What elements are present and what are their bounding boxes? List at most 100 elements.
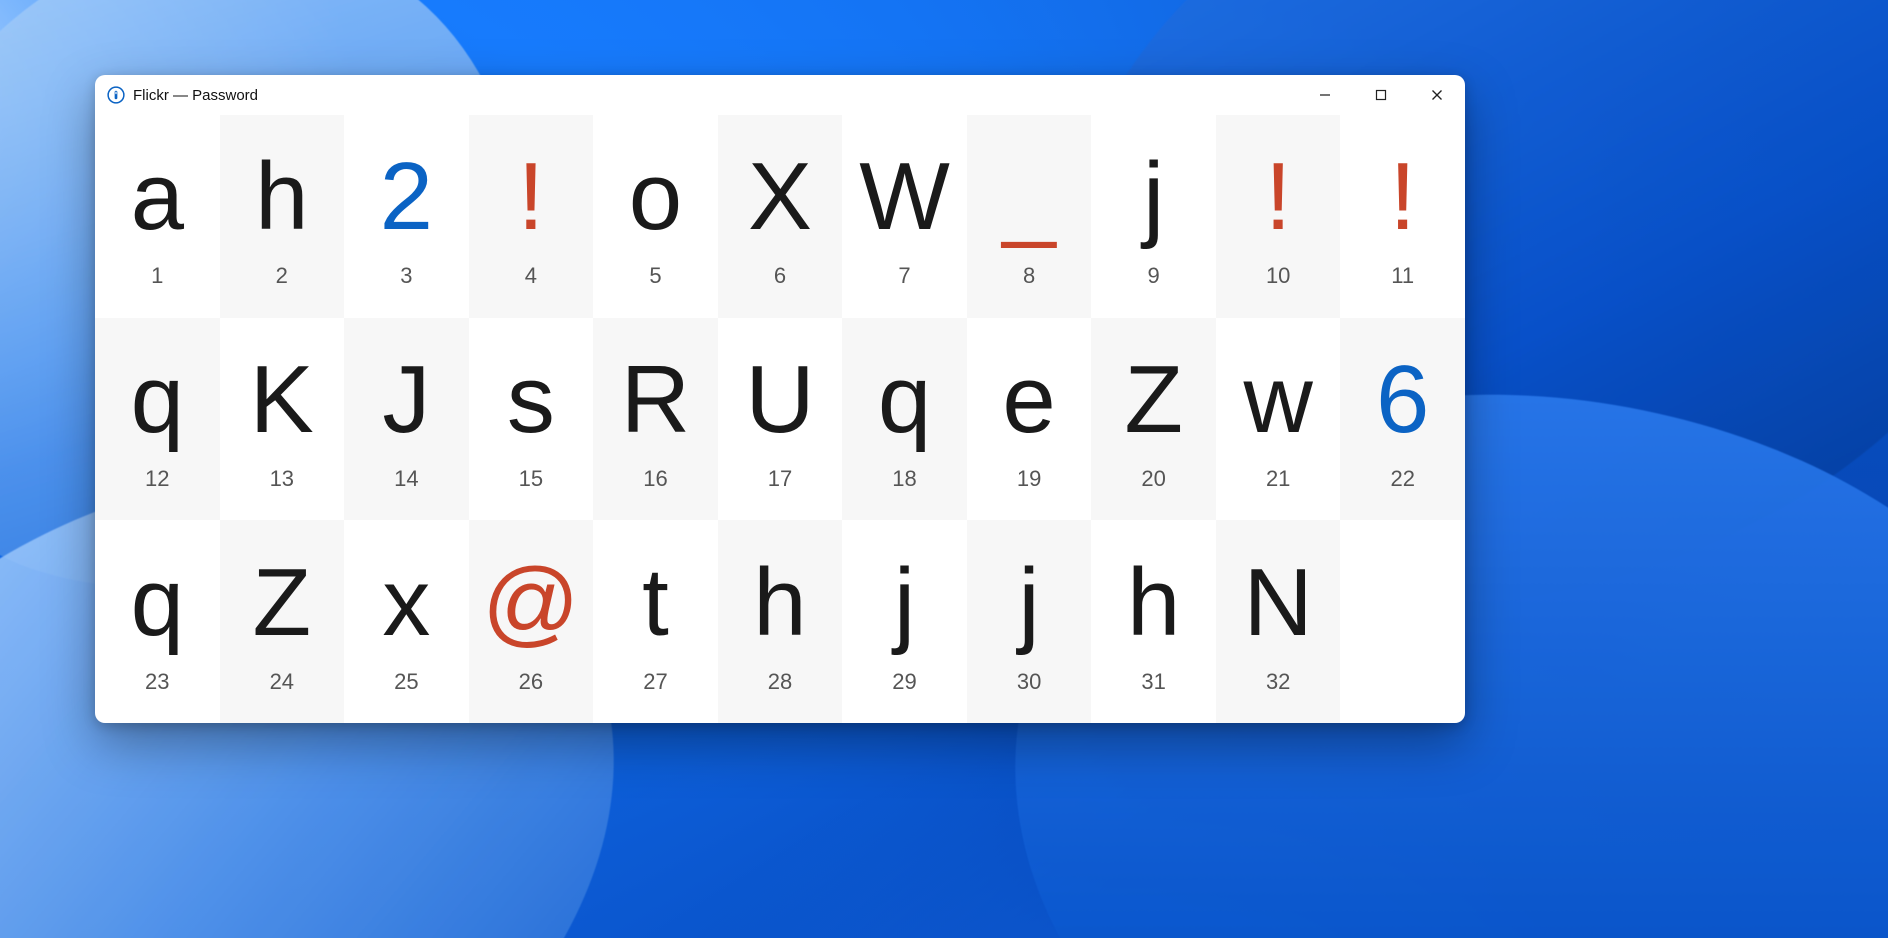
password-char-cell: ! 10 <box>1216 115 1341 318</box>
password-char-cell: J 14 <box>344 318 469 521</box>
password-char-cell: Z 20 <box>1091 318 1216 521</box>
password-char-position: 15 <box>519 466 543 492</box>
password-char-position: 23 <box>145 669 169 695</box>
password-char-position: 22 <box>1390 466 1414 492</box>
password-char-cell: X6 <box>718 115 843 318</box>
password-char-cell: h2 <box>220 115 345 318</box>
password-char-position: 27 <box>643 669 667 695</box>
password-char: j <box>1018 555 1039 651</box>
password-char: 2 <box>380 149 433 245</box>
password-char: N <box>1244 555 1313 651</box>
minimize-button[interactable] <box>1297 75 1353 115</box>
password-char-position: 20 <box>1141 466 1165 492</box>
password-char-position: 21 <box>1266 466 1290 492</box>
password-grid: a1h223!4o5X6W7_8j9!10!11q12K13J14s15R16U… <box>95 115 1465 723</box>
titlebar: Flickr — Password <box>95 75 1465 115</box>
password-char-cell: K13 <box>220 318 345 521</box>
title-left: Flickr — Password <box>107 86 258 104</box>
password-char-position: 29 <box>892 669 916 695</box>
password-char-cell: j 30 <box>967 520 1092 723</box>
password-char-cell: h 28 <box>718 520 843 723</box>
password-char-cell: t 27 <box>593 520 718 723</box>
password-char: h <box>1127 555 1180 651</box>
password-char: J <box>382 352 430 448</box>
password-char: Z <box>1124 352 1183 448</box>
password-char: h <box>255 149 308 245</box>
password-char-position: 14 <box>394 466 418 492</box>
password-char: j <box>894 555 915 651</box>
password-char: Z <box>252 555 311 651</box>
password-char-position: 17 <box>768 466 792 492</box>
password-char-position: 31 <box>1141 669 1165 695</box>
password-char-cell: h 31 <box>1091 520 1216 723</box>
password-char-position: 1 <box>151 263 163 289</box>
password-char-cell: 6 22 <box>1340 318 1465 521</box>
password-char-cell: e19 <box>967 318 1092 521</box>
password-char: o <box>629 149 682 245</box>
password-char: U <box>745 352 814 448</box>
password-char-cell: N 32 <box>1216 520 1341 723</box>
password-char: _ <box>1002 149 1055 245</box>
password-char-cell: U 17 <box>718 318 843 521</box>
password-char-cell: o5 <box>593 115 718 318</box>
password-char-cell: x 25 <box>344 520 469 723</box>
password-char: x <box>382 555 430 651</box>
password-char-position: 6 <box>774 263 786 289</box>
password-char-cell: q23 <box>95 520 220 723</box>
password-char-position: 32 <box>1266 669 1290 695</box>
password-char: 6 <box>1376 352 1429 448</box>
password-char-cell-blank: · <box>1340 520 1465 723</box>
password-char-position: 28 <box>768 669 792 695</box>
password-char-cell: ! 11 <box>1340 115 1465 318</box>
password-char-position: 25 <box>394 669 418 695</box>
password-char-position: 11 <box>1391 263 1414 289</box>
password-char: q <box>131 352 184 448</box>
password-char-position: 3 <box>400 263 412 289</box>
password-char-cell: q 18 <box>842 318 967 521</box>
password-char: @ <box>482 555 579 651</box>
password-char-position: 12 <box>145 466 169 492</box>
password-char-cell: q 12 <box>95 318 220 521</box>
password-char-position: 4 <box>525 263 537 289</box>
password-char: s <box>507 352 555 448</box>
password-char: j <box>1143 149 1164 245</box>
password-char-position: 7 <box>898 263 910 289</box>
maximize-button[interactable] <box>1353 75 1409 115</box>
window-title: Flickr — Password <box>133 87 258 104</box>
password-char-cell: s 15 <box>469 318 594 521</box>
password-char-position: 13 <box>270 466 294 492</box>
password-char-cell: 23 <box>344 115 469 318</box>
password-char-position: 5 <box>649 263 661 289</box>
password-char-cell: @26 <box>469 520 594 723</box>
password-char-cell: R16 <box>593 318 718 521</box>
password-char-cell: Z 24 <box>220 520 345 723</box>
password-char: q <box>878 352 931 448</box>
password-char: w <box>1244 352 1313 448</box>
password-char-position: 18 <box>892 466 916 492</box>
password-char-position: 30 <box>1017 669 1041 695</box>
close-button[interactable] <box>1409 75 1465 115</box>
password-char-cell: W7 <box>842 115 967 318</box>
password-char-cell: j 29 <box>842 520 967 723</box>
password-char-position: 26 <box>519 669 543 695</box>
app-icon <box>107 86 125 104</box>
password-char: ! <box>518 149 545 245</box>
password-char-position: 10 <box>1266 263 1290 289</box>
password-char: X <box>748 149 812 245</box>
password-char-position: 19 <box>1017 466 1041 492</box>
password-char: · <box>1387 568 1419 664</box>
password-char-cell: a1 <box>95 115 220 318</box>
password-char: a <box>131 149 184 245</box>
password-char-cell: !4 <box>469 115 594 318</box>
password-char: R <box>621 352 690 448</box>
password-char-position: 8 <box>1023 263 1035 289</box>
password-char-cell: j9 <box>1091 115 1216 318</box>
window-controls <box>1297 75 1465 115</box>
password-char-position: 24 <box>270 669 294 695</box>
password-char: ! <box>1389 149 1416 245</box>
password-large-type-window: Flickr — Password a1h223!4o5X6W7_8j9!10!… <box>95 75 1465 723</box>
password-char: t <box>642 555 669 651</box>
password-char-cell: w 21 <box>1216 318 1341 521</box>
password-char: ! <box>1265 149 1292 245</box>
password-char: h <box>753 555 806 651</box>
